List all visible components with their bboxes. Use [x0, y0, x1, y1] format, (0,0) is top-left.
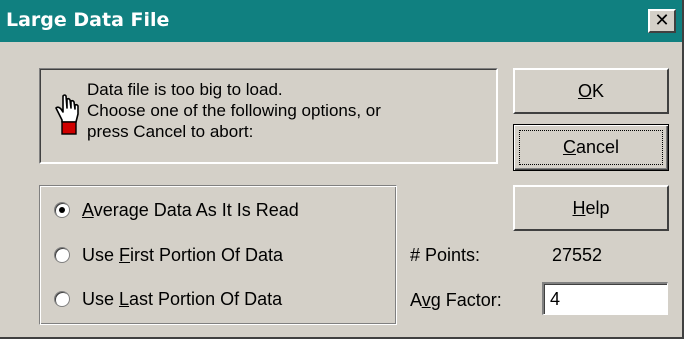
- option-label: Use Last Portion Of Data: [82, 288, 283, 309]
- message-text: Data file is too big to load. Choose one…: [87, 79, 381, 142]
- ok-button[interactable]: OK: [513, 68, 669, 114]
- window-title: Large Data File: [6, 9, 170, 31]
- message-line: press Cancel to abort:: [87, 122, 254, 141]
- option-last-portion[interactable]: Use Last Portion Of Data: [54, 287, 282, 311]
- message-line: Data file is too big to load.: [87, 80, 283, 99]
- hand-icon: [55, 94, 79, 135]
- title-bar[interactable]: Large Data File ✕: [0, 0, 682, 42]
- option-average-data[interactable]: Average Data As It Is Read: [54, 198, 299, 222]
- radio-button[interactable]: [54, 291, 70, 307]
- option-label: Average Data As It Is Read: [82, 199, 299, 220]
- radio-button[interactable]: [54, 247, 70, 263]
- option-label: Use First Portion Of Data: [82, 244, 284, 265]
- option-first-portion[interactable]: Use First Portion Of Data: [54, 243, 283, 267]
- focus-rectangle: [519, 130, 663, 165]
- close-icon: ✕: [654, 10, 670, 31]
- radio-button-checked[interactable]: [54, 202, 70, 218]
- message-line: Choose one of the following options, or: [87, 101, 381, 120]
- dialog-window: Large Data File ✕ Data file is too big t…: [0, 0, 684, 339]
- points-value: 27552: [552, 245, 603, 265]
- cancel-button[interactable]: Cancel: [513, 124, 669, 171]
- avg-factor-label: Avg Factor:: [410, 290, 502, 310]
- avg-factor-input[interactable]: [542, 282, 668, 315]
- points-label: # Points:: [410, 245, 481, 265]
- close-button[interactable]: ✕: [648, 9, 676, 33]
- help-button[interactable]: Help: [513, 185, 669, 231]
